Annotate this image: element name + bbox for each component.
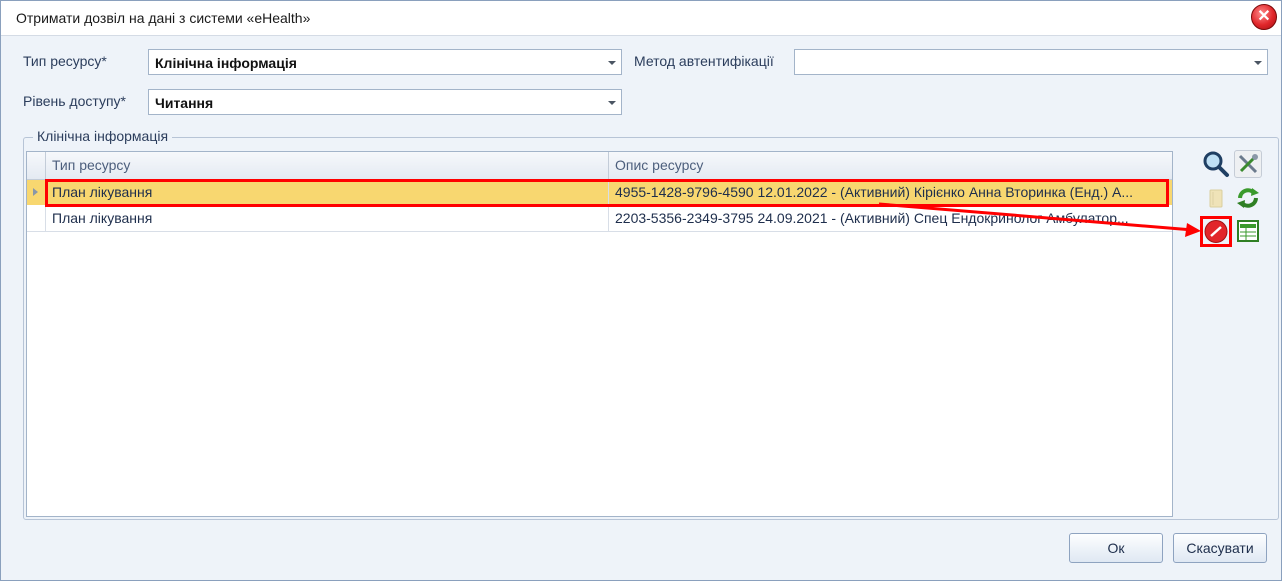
spreadsheet-icon[interactable] xyxy=(1234,217,1262,245)
window-title: Отримати дозвіл на дані з системи «eHeal… xyxy=(16,10,311,26)
access-level-select[interactable]: Читання xyxy=(148,89,622,115)
row-pointer-icon xyxy=(33,188,38,196)
chevron-down-icon xyxy=(608,101,616,105)
column-header-type[interactable]: Тип ресурсу xyxy=(46,152,609,179)
grid-header: Тип ресурсу Опис ресурсу xyxy=(27,152,1172,180)
annotation-arrow xyxy=(878,202,1201,237)
chevron-down-icon xyxy=(1254,61,1262,65)
cancel-button[interactable]: Скасувати xyxy=(1173,533,1267,563)
access-level-value: Читання xyxy=(155,95,214,111)
cell-type-text: План лікування xyxy=(52,210,153,226)
resource-type-label: Тип ресурсу* xyxy=(23,53,107,69)
row-indicator-header xyxy=(27,152,46,179)
chevron-down-icon xyxy=(608,61,616,65)
close-button[interactable]: ✕ xyxy=(1251,4,1277,30)
column-header-type-label: Тип ресурсу xyxy=(52,157,131,173)
title-bar: Отримати дозвіл на дані з системи «eHeal… xyxy=(1,1,1281,36)
ok-button[interactable]: Ок xyxy=(1069,533,1163,563)
resource-type-select[interactable]: Клінічна інформація xyxy=(148,49,622,75)
search-icon[interactable] xyxy=(1202,150,1230,178)
column-header-description-label: Опис ресурсу xyxy=(615,157,704,173)
dialog-window: Отримати дозвіл на дані з системи «eHeal… xyxy=(0,0,1282,581)
row-indicator xyxy=(27,180,46,205)
group-title: Клінічна інформація xyxy=(33,128,173,144)
tools-icon[interactable] xyxy=(1234,150,1262,178)
close-icon: ✕ xyxy=(1257,8,1271,25)
auth-method-select[interactable] xyxy=(794,49,1268,75)
column-header-description[interactable]: Опис ресурсу xyxy=(609,152,1172,179)
book-icon[interactable] xyxy=(1202,184,1230,212)
cancel-icon[interactable] xyxy=(1200,216,1232,247)
access-level-label: Рівень доступу* xyxy=(23,93,126,109)
resource-type-value: Клінічна інформація xyxy=(155,55,297,71)
row-indicator xyxy=(27,206,46,231)
refresh-icon[interactable] xyxy=(1234,184,1262,212)
auth-method-label: Метод автентифікації xyxy=(634,53,774,69)
cell-type: План лікування xyxy=(46,206,609,231)
